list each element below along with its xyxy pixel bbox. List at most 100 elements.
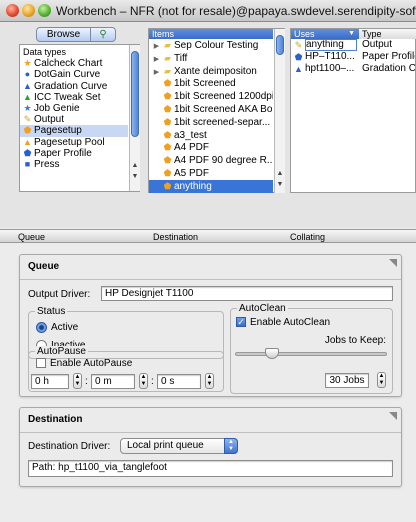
pentagon-icon: ⬟ xyxy=(23,147,32,158)
item-label: 1bit Screened 1200dpi xyxy=(174,91,273,103)
seconds-stepper[interactable]: ▲ ▼ xyxy=(205,373,214,389)
item-row[interactable]: ▶ ▰ Sep Colour Testing xyxy=(149,39,273,52)
uses-name[interactable]: anything xyxy=(305,39,357,51)
pentagon-icon: ⬟ xyxy=(23,125,32,136)
panel-collapse-icon[interactable] xyxy=(389,412,397,420)
status-legend: Status xyxy=(35,306,68,317)
data-type-item[interactable]: ★ Job Genie xyxy=(20,103,128,114)
data-type-item[interactable]: ● DotGain Curve xyxy=(20,69,128,80)
close-window-button[interactable] xyxy=(6,4,19,17)
item-row[interactable]: ⬟ 1bit Screened xyxy=(149,77,273,90)
autoclean-group: AutoClean ✓ Enable AutoClean Jobs to Keep… xyxy=(230,303,393,394)
uses-row[interactable]: ▲hpt1100–... Gradation Cu... xyxy=(291,63,415,75)
uses-row[interactable]: ⬟ HP–T110... Paper Profile xyxy=(291,51,415,63)
select-arrows-icon[interactable]: ▲ ▼ xyxy=(224,438,238,454)
pagesetup-icon: ⬟ xyxy=(163,180,172,191)
data-type-label: Pagesetup xyxy=(34,125,82,137)
data-type-item[interactable]: ■ Press xyxy=(20,159,128,170)
scroll-down-arrow-icon[interactable]: ▼ xyxy=(130,172,140,182)
item-row[interactable]: ⬟ A4 PDF xyxy=(149,141,273,154)
data-type-item[interactable]: ▲ Pagesetup Pool xyxy=(20,137,128,148)
item-row[interactable]: ⬟ 1bit Screened AKA Bob xyxy=(149,103,273,116)
enable-autopause-checkbox[interactable] xyxy=(36,358,46,369)
jobs-to-keep-label: Jobs to Keep: xyxy=(324,335,386,346)
triangle-icon: ▲ xyxy=(23,80,32,91)
data-type-label: Pagesetup Pool xyxy=(34,136,105,148)
enable-autopause-label: Enable AutoPause xyxy=(50,358,133,369)
item-label: 1bit Screened AKA Bob xyxy=(174,103,273,115)
uses-header-label: Uses xyxy=(294,29,315,39)
minimize-window-button[interactable] xyxy=(22,4,35,17)
data-type-item[interactable]: ▲ ICC Tweak Set xyxy=(20,92,128,103)
item-row[interactable]: ⬟ A4 PDF 90 degree R... xyxy=(149,154,273,167)
items-list[interactable]: Items ▶ ▰ Sep Colour Testing ▶ ▰ Tiff ▶ ▰ Xante … xyxy=(148,28,285,193)
data-type-item[interactable]: ★ Calcheck Chart xyxy=(20,58,128,69)
item-label: 1bit Screened xyxy=(174,78,236,90)
destination-driver-select[interactable]: Local print queue ▲ ▼ xyxy=(120,438,238,454)
seconds-field[interactable]: 0 s xyxy=(157,374,201,389)
uses-row[interactable]: ✎ anything Output xyxy=(291,39,415,51)
item-row[interactable]: ▶ ▰ Xante deimpositon xyxy=(149,65,273,78)
enable-autoclean-option[interactable]: ✓ Enable AutoClean xyxy=(236,317,330,328)
enable-autoclean-checkbox[interactable]: ✓ xyxy=(236,317,246,328)
enable-autopause-option[interactable]: Enable AutoPause xyxy=(36,358,132,369)
jobs-slider-track[interactable] xyxy=(235,352,387,356)
output-driver-field[interactable]: HP Designjet T1100 xyxy=(101,286,393,301)
scroll-up-arrow-icon[interactable]: ▲ xyxy=(130,161,140,171)
folder-icon: ▰ xyxy=(164,52,171,63)
autopause-group: AutoPause Enable AutoPause 0 h ▲ ▼ : 0 m … xyxy=(28,346,224,392)
item-row[interactable]: ⬟ anything xyxy=(149,179,273,193)
data-type-label: Press xyxy=(34,158,60,170)
type-column-header[interactable]: Type xyxy=(359,29,416,39)
zoom-window-button[interactable] xyxy=(38,4,51,17)
minutes-stepper[interactable]: ▲ ▼ xyxy=(139,373,148,389)
data-type-item[interactable]: ✎ Output xyxy=(20,114,128,125)
data-type-label: Output xyxy=(34,114,65,126)
active-radio[interactable] xyxy=(36,322,47,333)
item-row[interactable]: ⬟ A5 PDF xyxy=(149,167,273,180)
data-type-item[interactable]: ⬟ Paper Profile xyxy=(20,148,128,159)
active-radio-option[interactable]: Active xyxy=(36,322,78,333)
item-row[interactable]: ▶ ▰ Tiff xyxy=(149,52,273,65)
path-value: hp_t1100_via_tanglefoot xyxy=(58,462,167,473)
pagesetup-icon: ⬟ xyxy=(163,103,172,114)
hours-field[interactable]: 0 h xyxy=(31,374,69,389)
data-type-label: Calcheck Chart xyxy=(34,58,103,70)
browse-segmented-control[interactable]: Browse ⚲ xyxy=(36,27,116,42)
data-types-list[interactable]: Data types ★ Calcheck Chart ● DotGain Curve… xyxy=(19,44,140,192)
triangle-icon: ▲ xyxy=(23,136,32,147)
queue-section-label: Queue xyxy=(18,232,46,242)
pagesetup-icon: ⬟ xyxy=(163,129,172,140)
search-icon[interactable]: ⚲ xyxy=(91,28,115,41)
item-row[interactable]: ⬟ a3_test xyxy=(149,129,273,142)
item-label: anything xyxy=(174,180,212,192)
enable-autoclean-label: Enable AutoClean xyxy=(250,317,331,328)
data-type-item[interactable]: ⬟ Pagesetup xyxy=(20,125,128,137)
output-driver-label: Output Driver: xyxy=(28,289,91,300)
item-row[interactable]: ⬟ 1bit Screened 1200dpi xyxy=(149,90,273,103)
item-row[interactable]: ⬟ 1bit screened-separ... xyxy=(149,116,273,129)
workbench-window: Workbench – NFR (not for resale)@papaya.… xyxy=(0,0,416,522)
jobs-stepper[interactable]: ▲ ▼ xyxy=(377,372,386,388)
hours-stepper[interactable]: ▲ ▼ xyxy=(73,373,82,389)
scroll-down-arrow-icon[interactable]: ▼ xyxy=(275,180,285,190)
minutes-field[interactable]: 0 m xyxy=(91,374,135,389)
items-column-header[interactable]: Items xyxy=(149,29,273,39)
scroll-thumb[interactable] xyxy=(276,35,284,55)
jobs-to-keep-field[interactable]: 30 Jobs xyxy=(325,373,369,388)
window-title: Workbench – NFR (not for resale)@papaya.… xyxy=(56,4,416,18)
data-types-scrollbar[interactable]: ▲ ▼ xyxy=(129,45,140,191)
items-scrollbar[interactable]: ▲ ▼ xyxy=(274,29,285,193)
path-field[interactable]: Path: hp_t1100_via_tanglefoot xyxy=(28,460,393,477)
data-type-item[interactable]: ▲ Gradation Curve xyxy=(20,81,128,92)
panel-collapse-icon[interactable] xyxy=(389,259,397,267)
browse-button[interactable]: Browse xyxy=(37,28,91,41)
uses-column-header[interactable]: Uses ▼ xyxy=(291,29,359,39)
data-type-label: ICC Tweak Set xyxy=(34,91,101,103)
jobs-slider-knob[interactable] xyxy=(265,348,279,359)
destination-section-label: Destination xyxy=(153,232,199,242)
scroll-thumb[interactable] xyxy=(131,51,139,137)
uses-list[interactable]: Uses ▼ Type ✎ anything Output ⬟ HP–T110... Pa… xyxy=(290,28,416,193)
scroll-up-arrow-icon[interactable]: ▲ xyxy=(275,169,285,179)
destination-panel-title: Destination xyxy=(28,414,83,425)
